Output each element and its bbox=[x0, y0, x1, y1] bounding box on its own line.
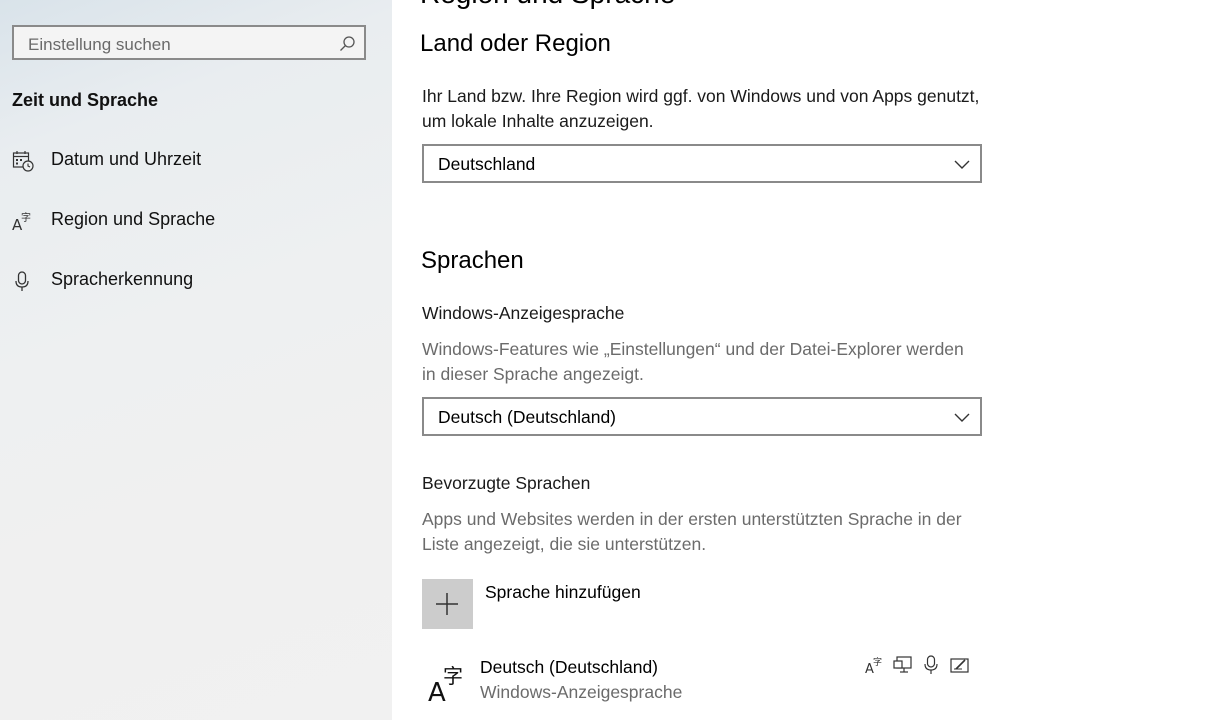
region-selected-value: Deutschland bbox=[438, 154, 536, 174]
microphone-icon bbox=[15, 271, 29, 291]
language-icon: A 字 bbox=[428, 664, 463, 703]
language-icon: A 字 bbox=[12, 211, 31, 232]
sidebar-item-label: Region und Sprache bbox=[51, 209, 216, 229]
calendar-clock-icon bbox=[12, 151, 34, 172]
add-language-label[interactable]: Sprache hinzufügen bbox=[485, 582, 641, 603]
search-icon[interactable] bbox=[339, 35, 356, 52]
sidebar-item-region-und-sprache[interactable]: A 字 Region und Sprache bbox=[0, 198, 392, 242]
display-language-description: Windows-Features wie „Einstellungen“ und… bbox=[422, 339, 964, 384]
display-language-selected-value: Deutsch (Deutschland) bbox=[438, 407, 616, 427]
main-content: Region und Sprache Land oder Region Ihr … bbox=[392, 0, 1224, 720]
add-language-button[interactable] bbox=[422, 579, 473, 629]
language-subtitle: Windows-Anzeigesprache bbox=[480, 682, 683, 702]
region-title: Land oder Region bbox=[420, 30, 611, 57]
sidebar-item-label: Datum und Uhrzeit bbox=[51, 149, 202, 169]
sidebar: Einstellung suchen Zeit und Sprache Datu… bbox=[0, 0, 392, 720]
search-input[interactable]: Einstellung suchen bbox=[28, 35, 171, 55]
display-language-dropdown[interactable]: Deutsch (Deutschland) bbox=[422, 397, 982, 436]
plus-icon bbox=[436, 593, 458, 615]
language-pack-icon: A 字 bbox=[865, 656, 882, 675]
region-dropdown[interactable]: Deutschland bbox=[422, 144, 982, 183]
page-title: Region und Sprache bbox=[420, 0, 675, 10]
display-icon bbox=[893, 656, 912, 673]
preferred-languages-label: Bevorzugte Sprachen bbox=[422, 473, 591, 493]
preferred-languages-description: Apps und Websites werden in der ersten u… bbox=[422, 509, 962, 554]
svg-text:字: 字 bbox=[443, 664, 463, 688]
display-language-label: Windows-Anzeigesprache bbox=[422, 303, 625, 323]
sidebar-item-label: Spracherkennung bbox=[51, 269, 194, 289]
svg-text:字: 字 bbox=[873, 656, 882, 668]
region-description: Ihr Land bzw. Ihre Region wird ggf. von … bbox=[422, 86, 980, 131]
languages-title: Sprachen bbox=[421, 247, 524, 274]
chevron-down-icon bbox=[954, 160, 970, 169]
sidebar-item-datum-und-uhrzeit[interactable]: Datum und Uhrzeit bbox=[0, 138, 392, 182]
section-title: Zeit und Sprache bbox=[12, 90, 159, 110]
handwriting-icon bbox=[950, 658, 969, 673]
microphone-icon bbox=[924, 655, 938, 674]
svg-text:字: 字 bbox=[21, 211, 31, 224]
language-list-item[interactable]: A 字 Deutsch (Deutschland) Windows-Anzeig… bbox=[422, 655, 982, 715]
search-box[interactable]: Einstellung suchen bbox=[12, 25, 366, 60]
language-name: Deutsch (Deutschland) bbox=[480, 657, 658, 677]
sidebar-item-spracherkennung[interactable]: Spracherkennung bbox=[0, 258, 392, 302]
chevron-down-icon bbox=[954, 413, 970, 422]
